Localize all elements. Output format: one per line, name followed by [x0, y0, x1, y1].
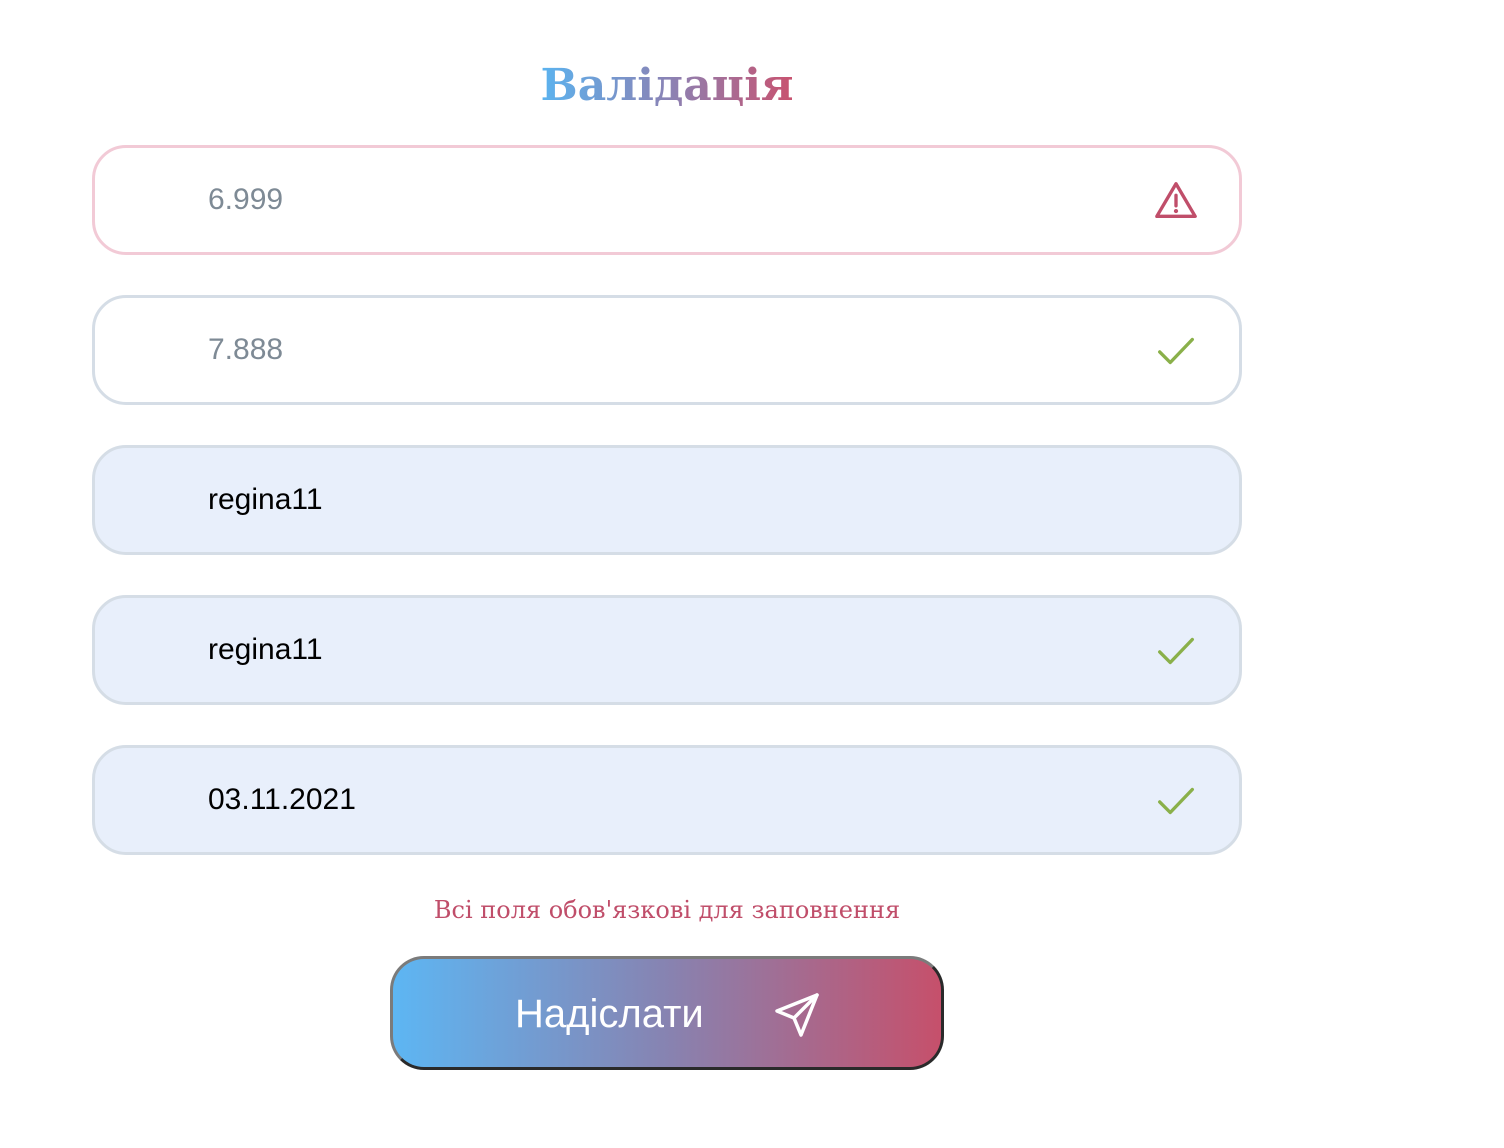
- submit-button[interactable]: Надіслати: [390, 956, 944, 1070]
- validation-form: Валідація Всі поля обов'язкові для запов…: [0, 0, 1504, 1148]
- field-2-input[interactable]: [208, 298, 1108, 402]
- page-title-text: Валідація: [540, 60, 794, 111]
- check-icon: [1158, 337, 1194, 365]
- check-icon: [1158, 787, 1194, 815]
- field-4: [92, 595, 1242, 705]
- warning-triangle-icon: [1155, 182, 1197, 219]
- field-3-input[interactable]: [208, 448, 1108, 552]
- required-fields-hint: Всі поля обов'язкові для заповнення: [433, 896, 901, 924]
- field-1: [92, 145, 1242, 255]
- check-icon: [1158, 637, 1194, 665]
- send-icon: [775, 993, 819, 1037]
- field-3: [92, 445, 1242, 555]
- page-title: Валідація: [92, 56, 1242, 116]
- field-4-input[interactable]: [208, 598, 1108, 702]
- field-5: [92, 745, 1242, 855]
- field-1-input[interactable]: [208, 148, 1108, 252]
- submit-button-label: Надіслати: [515, 992, 704, 1036]
- field-2: [92, 295, 1242, 405]
- field-5-input[interactable]: [208, 748, 1108, 852]
